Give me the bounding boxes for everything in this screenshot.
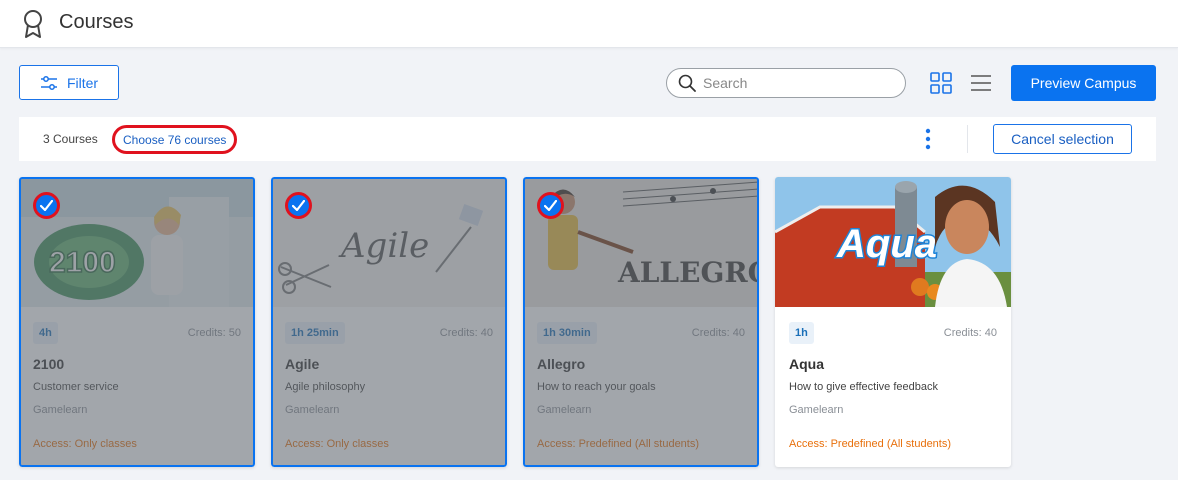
- course-provider: Gamelearn: [537, 404, 592, 416]
- search-box[interactable]: [666, 68, 906, 98]
- selection-bar: 3 Courses Choose 76 courses Cancel selec…: [19, 117, 1156, 161]
- course-title: Agile: [285, 356, 320, 372]
- page-title: Courses: [59, 11, 134, 33]
- course-access: Access: Predefined (All students): [537, 438, 700, 450]
- svg-text:Agile: Agile: [338, 226, 429, 266]
- filter-label: Filter: [66, 74, 99, 91]
- top-bar: Courses: [0, 0, 1178, 48]
- course-card[interactable]: 2100 4h Credits: 50 2100 Customer servic…: [19, 177, 255, 467]
- award-icon: [24, 10, 42, 38]
- course-subtitle: Customer service: [33, 381, 119, 393]
- more-options-icon[interactable]: [922, 127, 934, 151]
- course-card[interactable]: Aqua 1h Credits: 40 Aqua How to give eff…: [775, 177, 1011, 467]
- credits-text: Credits: 50: [187, 327, 241, 339]
- duration-badge: 1h 30min: [537, 322, 597, 344]
- duration-badge: 4h: [33, 322, 58, 344]
- credits-text: Credits: 40: [691, 327, 745, 339]
- selected-check-icon[interactable]: [285, 192, 312, 219]
- search-icon: [678, 74, 696, 92]
- list-view-icon[interactable]: [970, 74, 992, 92]
- course-title: 2100: [33, 356, 65, 372]
- course-subtitle: How to reach your goals: [537, 381, 656, 393]
- sliders-icon: [40, 75, 57, 90]
- duration-badge: 1h 25min: [285, 322, 345, 344]
- svg-text:Aqua: Aqua: [836, 222, 937, 266]
- selected-check-icon[interactable]: [537, 192, 564, 219]
- credits-text: Credits: 40: [943, 327, 997, 339]
- course-access: Access: Only classes: [33, 438, 137, 450]
- svg-text:2100: 2100: [49, 246, 116, 279]
- course-subtitle: How to give effective feedback: [789, 381, 938, 393]
- course-access: Access: Predefined (All students): [789, 438, 952, 450]
- duration-badge: 1h: [789, 322, 814, 344]
- credits-text: Credits: 40: [439, 327, 493, 339]
- preview-campus-button[interactable]: Preview Campus: [1011, 65, 1156, 101]
- grid-view-icon[interactable]: [930, 72, 952, 94]
- svg-text:ALLEGRO: ALLEGRO: [617, 256, 759, 289]
- cancel-selection-button[interactable]: Cancel selection: [993, 124, 1132, 154]
- choose-all-courses-link[interactable]: Choose 76 courses: [112, 125, 238, 154]
- course-provider: Gamelearn: [285, 404, 340, 416]
- divider: [967, 125, 968, 153]
- filter-button[interactable]: Filter: [19, 65, 119, 100]
- selected-check-icon[interactable]: [33, 192, 60, 219]
- course-thumbnail: Aqua: [775, 177, 1011, 307]
- course-title: Aqua: [789, 356, 824, 372]
- course-access: Access: Only classes: [285, 438, 389, 450]
- course-subtitle: Agile philosophy: [285, 381, 366, 393]
- course-provider: Gamelearn: [789, 404, 844, 416]
- course-title: Allegro: [537, 356, 586, 372]
- selected-count: 3 Courses: [43, 132, 98, 146]
- course-card[interactable]: ALLEGRO 1h 30min Credits: 40 Allegro How…: [523, 177, 759, 467]
- course-card[interactable]: Agile 1h 25min Credits: 40 Agile Agile p…: [271, 177, 507, 467]
- course-provider: Gamelearn: [33, 404, 88, 416]
- search-input[interactable]: [703, 75, 893, 91]
